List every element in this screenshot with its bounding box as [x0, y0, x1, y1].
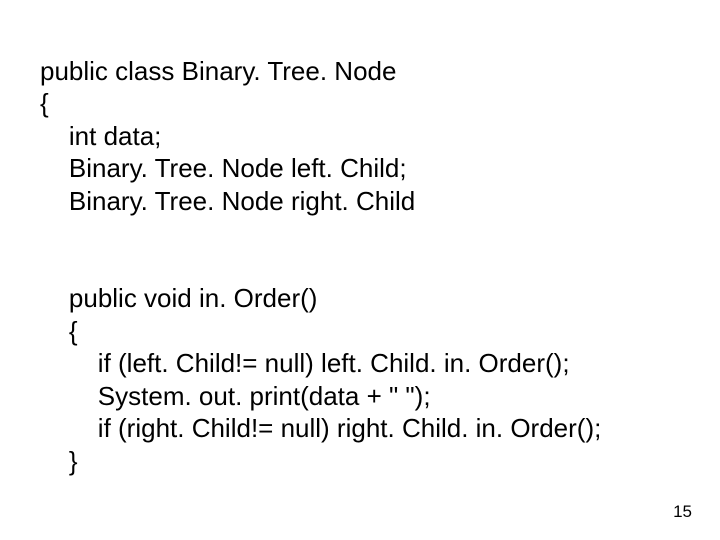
code-line-2: { [40, 88, 49, 118]
code-line-9: { [40, 316, 78, 346]
code-line-13: } [40, 446, 78, 476]
page-number: 15 [673, 502, 692, 522]
code-line-4: Binary. Tree. Node left. Child; [40, 153, 407, 183]
code-line-3: int data; [40, 121, 161, 151]
code-line-11: System. out. print(data + " "); [40, 381, 431, 411]
slide: public class Binary. Tree. Node { int da… [0, 0, 720, 540]
code-line-10: if (left. Child!= null) left. Child. in.… [40, 348, 570, 378]
code-line-12: if (right. Child!= null) right. Child. i… [40, 413, 601, 443]
code-line-5: Binary. Tree. Node right. Child [40, 186, 415, 216]
code-block: public class Binary. Tree. Node { int da… [40, 22, 720, 477]
code-line-8: public void in. Order() [40, 283, 317, 313]
code-line-1: public class Binary. Tree. Node [40, 56, 396, 86]
